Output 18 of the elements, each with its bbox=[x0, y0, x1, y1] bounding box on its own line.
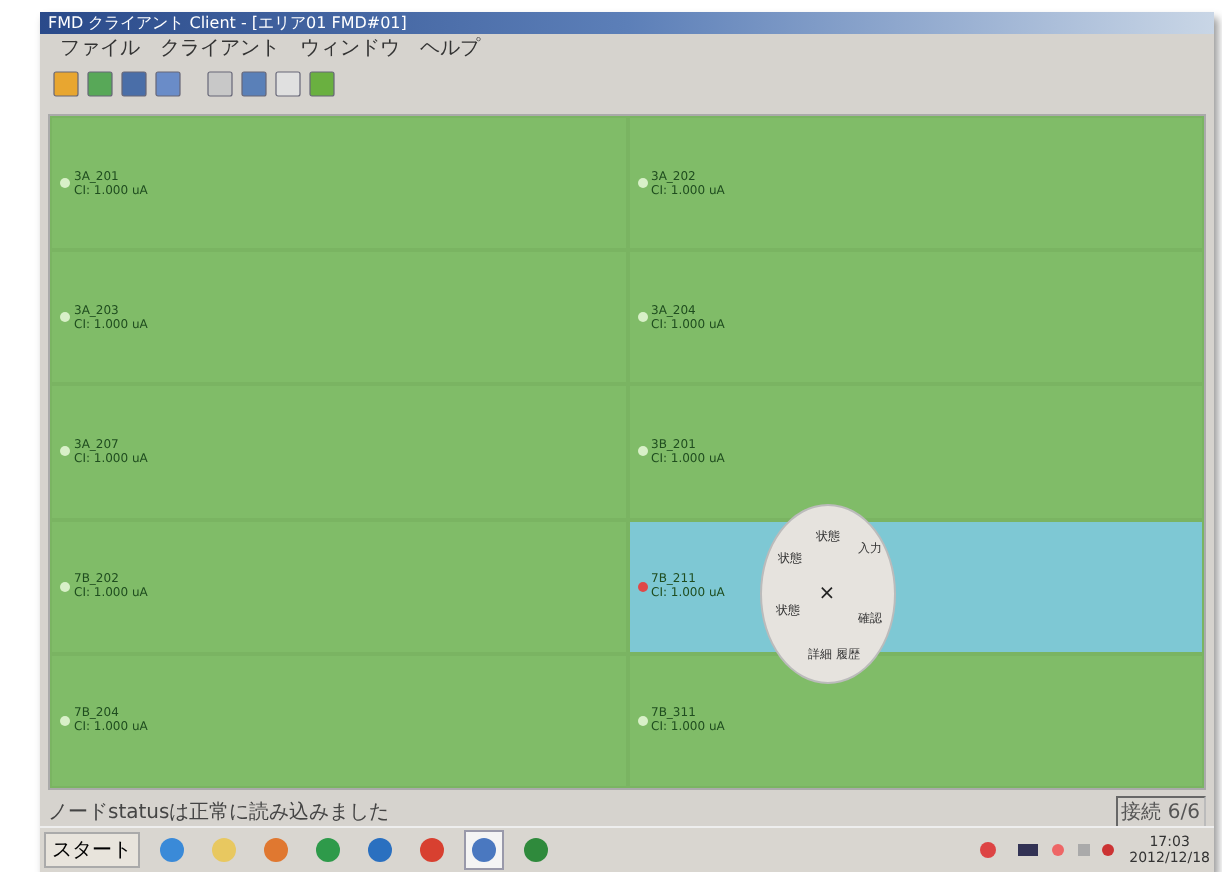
menu-item[interactable]: ヘルプ bbox=[420, 33, 480, 61]
toolbar-icon[interactable] bbox=[86, 70, 114, 98]
toolbar-icon[interactable] bbox=[240, 70, 268, 98]
menu-item[interactable]: ファイル bbox=[60, 33, 140, 61]
toolbar-icon[interactable] bbox=[120, 70, 148, 98]
menu-item[interactable]: クライアント bbox=[160, 33, 280, 61]
tray-icons-drawing bbox=[977, 840, 1118, 860]
menu-item[interactable]: ウィンドウ bbox=[300, 33, 400, 61]
toolbar-icon[interactable] bbox=[154, 70, 182, 98]
toolbar-icon[interactable] bbox=[206, 70, 234, 98]
close-button[interactable]: × bbox=[818, 582, 836, 605]
window-title: FMD クライアント Client - [エリア01 FMD#01] bbox=[48, 14, 407, 32]
toolbar-icon[interactable] bbox=[308, 70, 336, 98]
start-button[interactable]: スタート bbox=[44, 832, 140, 868]
toolbar-icon[interactable] bbox=[274, 70, 302, 98]
status-message: ノードstatusは正常に読み込みました bbox=[48, 799, 390, 826]
app-icon[interactable] bbox=[464, 830, 504, 870]
toolbar-icon[interactable] bbox=[52, 70, 80, 98]
